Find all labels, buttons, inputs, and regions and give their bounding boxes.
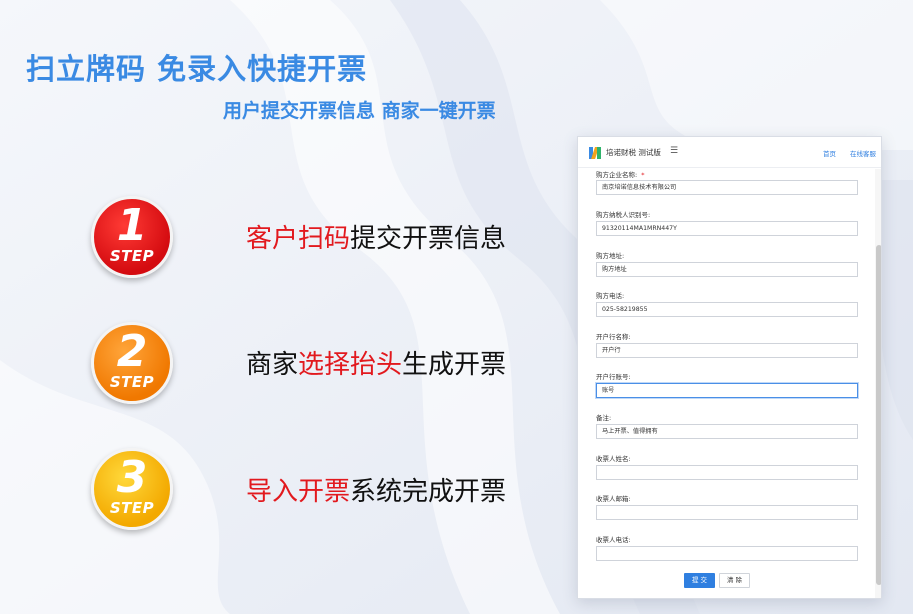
buyer-tax-id-input[interactable]: 91320114MA1MRN447Y bbox=[596, 221, 858, 236]
remark-input[interactable]: 马上开票、值得拥有 bbox=[596, 424, 858, 439]
step-2-badge: 2 STEP bbox=[91, 322, 173, 404]
buyer-name-label-text: 购方企业名称: bbox=[596, 171, 638, 179]
step-3-badge: 3 STEP bbox=[91, 448, 173, 530]
app-header: 培诺财税 测试版 ☰ 首页 在线客服 bbox=[578, 137, 881, 168]
step-2-highlight: 选择抬头 bbox=[298, 350, 403, 380]
receiver-email-input[interactable] bbox=[596, 505, 858, 520]
receiver-phone-label: 收票人电话: bbox=[596, 536, 631, 544]
nav-home-link[interactable]: 首页 bbox=[823, 148, 836, 158]
step-3-number: 3 bbox=[116, 452, 148, 503]
step-1-highlight: 客户扫码 bbox=[246, 224, 351, 254]
bank-account-label: 开户行账号: bbox=[596, 373, 631, 381]
step-3-rest: 系统完成开票 bbox=[350, 477, 507, 507]
remark-label: 备注: bbox=[596, 414, 612, 422]
step-2-number: 2 bbox=[116, 326, 148, 377]
submit-button[interactable]: 提 交 bbox=[684, 573, 715, 588]
step-2-label: STEP bbox=[109, 373, 155, 391]
step-1-badge: 1 STEP bbox=[91, 196, 173, 278]
scrollbar-thumb[interactable] bbox=[876, 245, 881, 585]
nav-consult-link[interactable]: 在线客服 bbox=[850, 148, 876, 158]
step-1-text: 客户扫码提交开票信息 bbox=[246, 218, 506, 255]
buyer-name-input[interactable]: 南京培诺信息技术有限公司 bbox=[596, 180, 858, 195]
buyer-name-label: 购方企业名称: * bbox=[596, 169, 644, 179]
menu-icon[interactable]: ☰ bbox=[670, 146, 678, 156]
step-3-highlight: 导入开票 bbox=[246, 477, 351, 507]
subheadline: 用户提交开票信息 商家一键开票 bbox=[223, 100, 496, 122]
required-mark: * bbox=[641, 171, 645, 179]
step-1-rest: 提交开票信息 bbox=[350, 224, 507, 254]
step-2-prefix: 商家 bbox=[246, 350, 299, 380]
step-3-label: STEP bbox=[109, 499, 155, 517]
receiver-phone-input[interactable] bbox=[596, 546, 858, 561]
buyer-tax-id-label: 购方纳税人识别号: bbox=[596, 211, 651, 219]
bank-name-input[interactable]: 开户行 bbox=[596, 343, 858, 358]
receiver-name-input[interactable] bbox=[596, 465, 858, 480]
buyer-address-input[interactable]: 购方地址 bbox=[596, 262, 858, 277]
clear-button[interactable]: 清 除 bbox=[719, 573, 750, 588]
bank-name-label: 开户行名称: bbox=[596, 333, 631, 341]
invoice-form-screen: 培诺财税 测试版 ☰ 首页 在线客服 购方企业名称: * 南京培诺信息技术有限公司… bbox=[577, 136, 882, 599]
step-1-number: 1 bbox=[116, 200, 148, 251]
headline: 扫立牌码 免录入快捷开票 bbox=[26, 52, 368, 86]
app-logo-icon bbox=[589, 147, 601, 159]
step-2-rest: 生成开票 bbox=[402, 350, 507, 380]
step-1-label: STEP bbox=[109, 247, 155, 265]
buyer-address-label: 购方地址: bbox=[596, 252, 625, 260]
buyer-phone-input[interactable]: 025-58219855 bbox=[596, 302, 858, 317]
app-title: 培诺财税 测试版 bbox=[606, 148, 661, 157]
step-3-text: 导入开票系统完成开票 bbox=[246, 471, 506, 508]
receiver-name-label: 收票人姓名: bbox=[596, 455, 631, 463]
buyer-phone-label: 购方电话: bbox=[596, 292, 625, 300]
receiver-email-label: 收票人邮箱: bbox=[596, 495, 631, 503]
bank-account-input[interactable]: 账号 bbox=[596, 383, 858, 398]
step-2-text: 商家选择抬头生成开票 bbox=[246, 344, 506, 381]
